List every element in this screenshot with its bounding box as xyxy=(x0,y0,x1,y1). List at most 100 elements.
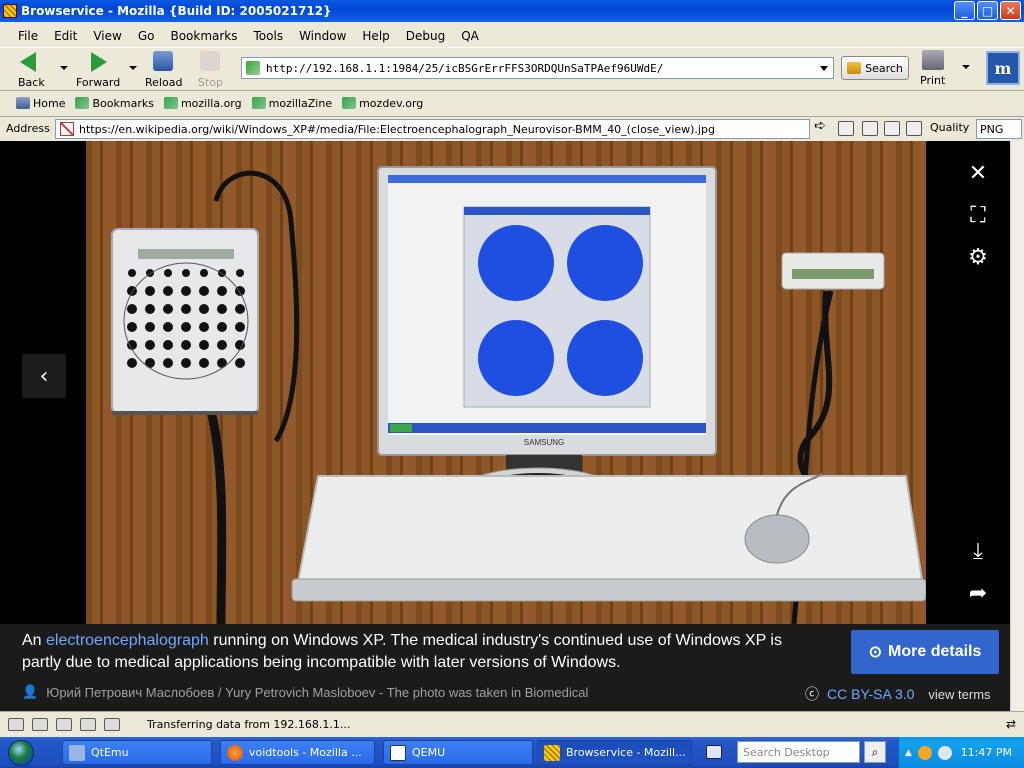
composer-icon[interactable] xyxy=(32,717,48,731)
qemu-icon xyxy=(390,744,406,761)
menu-go[interactable]: Go xyxy=(130,29,163,43)
task-voidtools[interactable]: voidtools - Mozilla ... xyxy=(220,740,375,765)
bookmark-bookmarks[interactable]: Bookmarks xyxy=(75,97,154,110)
previous-image-button[interactable]: ‹ xyxy=(22,354,66,398)
window-controls: _ □ ✕ xyxy=(954,1,1021,20)
bookmark-mozilla-org[interactable]: mozilla.org xyxy=(163,96,242,110)
close-viewer-button[interactable]: ✕ xyxy=(960,155,996,191)
site-icon xyxy=(246,61,260,75)
forward-arrow-icon xyxy=(87,51,109,73)
view-terms-link[interactable]: view terms xyxy=(928,687,990,702)
stop-button[interactable]: Stop xyxy=(198,51,223,89)
bookmark-mozillazine[interactable]: mozillaZine xyxy=(251,96,333,110)
address-field[interactable]: https://en.wikipedia.org/wiki/Windows_XP… xyxy=(55,119,810,139)
address-book-icon[interactable] xyxy=(56,717,72,731)
desktop-search-input[interactable]: Search Desktop xyxy=(737,741,860,763)
search-button[interactable]: Search xyxy=(841,56,909,80)
address-bar: Address https://en.wikipedia.org/wiki/Wi… xyxy=(0,116,1024,140)
menu-qa[interactable]: QA xyxy=(453,29,487,43)
connection-icon: ⇄ xyxy=(1005,717,1016,731)
status-text: Transferring data from 192.168.1.1... xyxy=(147,717,351,731)
go-arrow-icon[interactable]: ➪ xyxy=(814,118,830,134)
stop-icon xyxy=(199,51,222,73)
caption-link-electroencephalograph[interactable]: electroencephalograph xyxy=(46,632,209,649)
minimize-button[interactable]: _ xyxy=(954,1,975,20)
mail-icon[interactable] xyxy=(8,717,24,731)
bookmark-page-icon[interactable] xyxy=(838,121,854,136)
forward-history-dropdown[interactable] xyxy=(129,66,137,70)
search-icon xyxy=(847,62,862,74)
bookmark-link-icon xyxy=(251,97,266,109)
menu-debug[interactable]: Debug xyxy=(398,29,453,43)
url-field[interactable]: http://192.168.1.1:1984/25/icBSGrErrFFS3… xyxy=(241,57,834,79)
task-label: QtEmu xyxy=(91,746,129,759)
bookmark-label: mozilla.org xyxy=(180,96,242,110)
bookmarks-icon xyxy=(75,97,90,109)
firefox-icon xyxy=(227,744,243,761)
menu-tools[interactable]: Tools xyxy=(246,29,292,43)
author-text: Юрий Петрович Маслобоев / Yury Petrovich… xyxy=(46,684,589,700)
bookmark-mozdev-org[interactable]: mozdev.org xyxy=(342,97,423,110)
start-button[interactable] xyxy=(0,737,42,768)
menu-window[interactable]: Window xyxy=(291,29,354,43)
vertical-scrollbar[interactable] xyxy=(1010,141,1024,711)
window-titlebar[interactable]: Browservice - Mozilla {Build ID: 2005021… xyxy=(0,0,1024,22)
bookmark-home[interactable]: Home xyxy=(16,97,65,110)
print-button[interactable]: Print xyxy=(920,50,945,87)
find-icon[interactable] xyxy=(862,121,878,136)
task-qemu[interactable]: QEMU xyxy=(383,740,533,765)
close-icon: ✕ xyxy=(968,160,988,186)
close-button[interactable]: ✕ xyxy=(1000,1,1021,20)
caption-text: An electroencephalograph running on Wind… xyxy=(22,630,822,674)
quality-select[interactable]: PNG xyxy=(976,119,1022,139)
printer-icon xyxy=(921,50,944,70)
more-details-button[interactable]: ⊙ More details xyxy=(851,630,999,674)
clock[interactable]: 11:47 PM xyxy=(961,746,1012,759)
reload-button[interactable]: Reload xyxy=(145,51,182,89)
binoculars-icon[interactable] xyxy=(884,121,900,136)
author-credit: 👤 Юрий Петрович Маслобоев / Yury Petrovi… xyxy=(22,684,588,700)
back-button[interactable]: Back xyxy=(18,51,45,89)
download-icon: ⤓ xyxy=(973,538,983,564)
media-photo: SAMSUNG xyxy=(86,141,926,624)
fullscreen-button[interactable]: ⛶ xyxy=(960,197,996,233)
irc-icon[interactable] xyxy=(80,717,96,731)
address-label: Address xyxy=(6,122,50,135)
task-qtemu[interactable]: QtEmu xyxy=(62,740,212,765)
tray-status-icon[interactable] xyxy=(917,745,932,760)
bookmark-label: mozillaZine xyxy=(268,96,333,110)
menu-view[interactable]: View xyxy=(85,29,129,43)
gear-icon: ⚙ xyxy=(968,244,988,270)
insecure-icon xyxy=(60,122,74,136)
forward-button[interactable]: Forward xyxy=(76,51,120,89)
reload-icon xyxy=(152,51,175,73)
print-label: Print xyxy=(920,74,946,87)
back-history-dropdown[interactable] xyxy=(60,66,68,70)
cc-icon: ⓒ xyxy=(805,686,819,702)
maximize-button[interactable]: □ xyxy=(977,1,998,20)
url-history-dropdown-icon[interactable] xyxy=(820,65,828,71)
desktop-search-button[interactable]: ⌕ xyxy=(864,741,886,763)
menu-bookmarks[interactable]: Bookmarks xyxy=(162,29,245,43)
caption-prefix: An xyxy=(22,632,47,649)
tray-expand-icon[interactable]: ▲ xyxy=(905,748,912,758)
print-dropdown[interactable] xyxy=(962,65,970,69)
task-browservice[interactable]: Browservice - Mozill... xyxy=(537,740,692,765)
security-icon[interactable] xyxy=(104,717,120,731)
share-button[interactable]: ➦ xyxy=(960,575,996,611)
keyboard-icon[interactable] xyxy=(706,745,722,759)
tray-network-icon[interactable] xyxy=(937,745,952,760)
home-icon xyxy=(16,97,30,109)
download-button[interactable]: ⤓ xyxy=(960,533,996,569)
windows-logo-icon xyxy=(8,739,34,766)
menu-edit[interactable]: Edit xyxy=(46,29,85,43)
menu-file[interactable]: File xyxy=(10,29,46,43)
status-bar: Transferring data from 192.168.1.1... ⇄ xyxy=(0,711,1024,736)
menu-help[interactable]: Help xyxy=(354,29,397,43)
license-link[interactable]: CC BY-SA 3.0 xyxy=(827,686,914,702)
url-text: http://192.168.1.1:1984/25/icBSGrErrFFS3… xyxy=(266,61,664,75)
clipboard-icon[interactable] xyxy=(906,121,922,136)
mozilla-throbber-icon[interactable]: m xyxy=(986,51,1020,85)
license-info: ⓒ CC BY-SA 3.0 view terms xyxy=(805,684,991,704)
settings-button[interactable]: ⚙ xyxy=(960,239,996,275)
